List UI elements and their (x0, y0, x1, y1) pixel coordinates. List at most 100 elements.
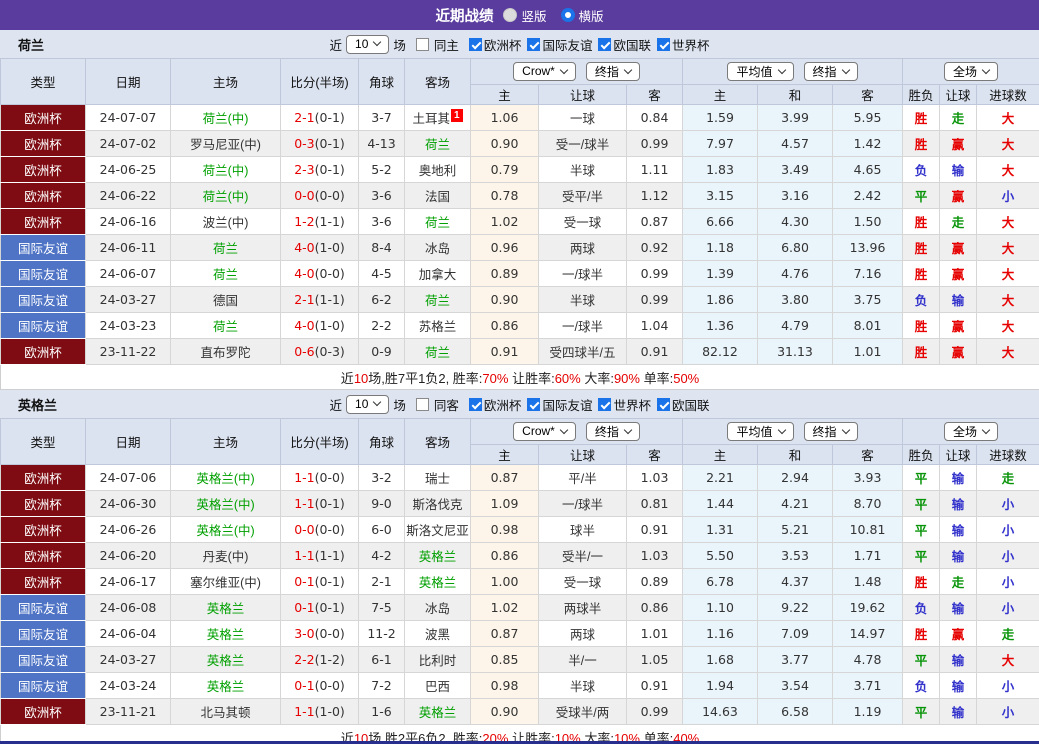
radio-icon[interactable] (560, 8, 575, 22)
header-dropdown[interactable]: Crow* (513, 62, 576, 81)
competition-label: 国际友谊 (542, 398, 593, 413)
match-score: 4-0(1-0) (280, 234, 359, 261)
header-dropdown[interactable]: Crow* (513, 422, 576, 441)
avg-draw-odds: 3.54 (757, 672, 833, 699)
crow-home-odds: 0.89 (470, 260, 539, 287)
crow-away-odds: 1.11 (626, 156, 683, 183)
corner-score: 6-0 (358, 516, 405, 543)
result-goals: 小 (976, 516, 1039, 543)
competition-checkbox[interactable] (468, 397, 482, 411)
radio-label: 横版 (578, 9, 604, 24)
summary-row: 近10场,胜7平1负2, 胜率:70% 让胜率:60% 大率:90% 单率:50… (0, 364, 1039, 390)
home-team: 英格兰(中) (170, 490, 281, 517)
away-team: 瑞士 (404, 464, 471, 491)
competition-checkbox[interactable] (598, 37, 612, 51)
match-date: 24-06-07 (85, 260, 171, 287)
handicap-line: 平/半 (538, 464, 627, 491)
match-type-badge: 国际友谊 (0, 594, 86, 621)
column-header: 客场 (404, 58, 471, 105)
column-header: 主场 (170, 418, 281, 465)
avg-home-odds: 1.86 (682, 286, 758, 313)
summary-text: 20% (482, 730, 509, 744)
crow-away-odds: 1.12 (626, 182, 683, 209)
competition-filter: 欧国联 (592, 35, 651, 54)
result-goals: 小 (976, 182, 1039, 209)
handicap-line: 半球 (538, 286, 627, 313)
result-winloss: 平 (902, 698, 941, 725)
result-goals: 大 (976, 234, 1039, 261)
competition-filters: 欧洲杯 国际友谊 世界杯 欧国联 (463, 395, 709, 414)
away-team: 奥地利 (404, 156, 471, 183)
radio-icon[interactable] (503, 8, 518, 22)
games-suffix-label: 场 (393, 398, 406, 413)
home-team: 英格兰 (170, 594, 281, 621)
corner-score: 8-4 (358, 234, 405, 261)
same-venue-checkbox[interactable] (415, 397, 429, 411)
header-dropdown[interactable]: 平均值 (727, 422, 794, 441)
avg-draw-odds: 4.37 (757, 568, 833, 595)
sub-column-header: 胜负 (902, 444, 941, 465)
games-count-select[interactable]: 10 (346, 394, 390, 414)
match-row: 欧洲杯 24-06-25 荷兰(中) 2-3(0-1) 5-2 奥地利 0.79… (0, 156, 1039, 183)
away-team: 波黑 (404, 620, 471, 647)
handicap-line: 一球 (538, 104, 627, 131)
result-handicap: 赢 (939, 620, 978, 647)
match-type-badge: 国际友谊 (0, 620, 86, 647)
handicap-line: 半球 (538, 156, 627, 183)
result-winloss: 负 (902, 594, 941, 621)
competition-checkbox[interactable] (656, 397, 670, 411)
handicap-line: 一/球半 (538, 490, 627, 517)
match-score: 1-2(1-1) (280, 208, 359, 235)
header-dropdown[interactable]: 终指 (585, 62, 640, 81)
chevron-down-icon (841, 425, 850, 434)
header-dropdown[interactable]: 平均值 (727, 62, 794, 81)
home-team: 荷兰(中) (170, 104, 281, 131)
header-dropdown[interactable]: 全场 (944, 62, 999, 81)
layout-radio-option[interactable]: 竖版 (503, 6, 547, 25)
result-handicap: 输 (939, 594, 978, 621)
competition-checkbox[interactable] (527, 397, 541, 411)
competition-label: 欧洲杯 (483, 398, 522, 413)
match-row: 欧洲杯 24-06-26 英格兰(中) 0-0(0-0) 6-0 斯洛文尼亚 0… (0, 516, 1039, 543)
same-venue-checkbox[interactable] (415, 37, 429, 51)
header-dropdown[interactable]: 全场 (944, 422, 999, 441)
match-score: 1-1(1-0) (280, 698, 359, 725)
match-score: 3-0(0-0) (280, 620, 359, 647)
column-header: 日期 (85, 58, 171, 105)
match-row: 国际友谊 24-06-07 荷兰 4-0(0-0) 4-5 加拿大 0.89 一… (0, 260, 1039, 287)
header-dropdown[interactable]: 终指 (803, 62, 858, 81)
crow-home-odds: 0.78 (470, 182, 539, 209)
corner-score: 6-2 (358, 286, 405, 313)
games-count-select[interactable]: 10 (346, 34, 390, 54)
result-winloss: 平 (902, 516, 941, 543)
match-score: 0-6(0-3) (280, 338, 359, 365)
competition-checkbox[interactable] (598, 397, 612, 411)
avg-away-odds: 8.01 (831, 312, 904, 339)
match-row: 欧洲杯 23-11-21 北马其顿 1-1(1-0) 1-6 英格兰 0.90 … (0, 698, 1039, 725)
header-dropdown[interactable]: 终指 (585, 422, 640, 441)
competition-checkbox[interactable] (527, 37, 541, 51)
away-team: 荷兰 (404, 208, 471, 235)
result-winloss: 平 (902, 182, 941, 209)
competition-checkbox[interactable] (656, 37, 670, 51)
avg-away-odds: 3.75 (831, 286, 904, 313)
competition-checkbox[interactable] (468, 37, 482, 51)
crow-away-odds: 0.91 (626, 338, 683, 365)
header-dropdown[interactable]: 终指 (803, 422, 858, 441)
home-team: 荷兰(中) (170, 182, 281, 209)
result-winloss: 胜 (902, 568, 941, 595)
crow-away-odds: 0.91 (626, 516, 683, 543)
odds-group-header: 平均值 终指 (681, 58, 904, 85)
competition-filter: 欧洲杯 (463, 395, 522, 414)
match-row: 欧洲杯 24-06-16 波兰(中) 1-2(1-1) 3-6 荷兰 1.02 … (0, 208, 1039, 235)
match-type-badge: 国际友谊 (0, 234, 86, 261)
match-score: 0-3(0-1) (280, 130, 359, 157)
avg-draw-odds: 6.58 (757, 698, 833, 725)
crow-home-odds: 0.90 (470, 130, 539, 157)
handicap-line: 球半 (538, 516, 627, 543)
match-score: 1-1(1-1) (280, 542, 359, 569)
layout-radio-option[interactable]: 横版 (560, 6, 604, 25)
away-team: 土耳其 1 (404, 104, 471, 131)
result-handicap: 走 (939, 208, 978, 235)
match-date: 24-06-16 (85, 208, 171, 235)
